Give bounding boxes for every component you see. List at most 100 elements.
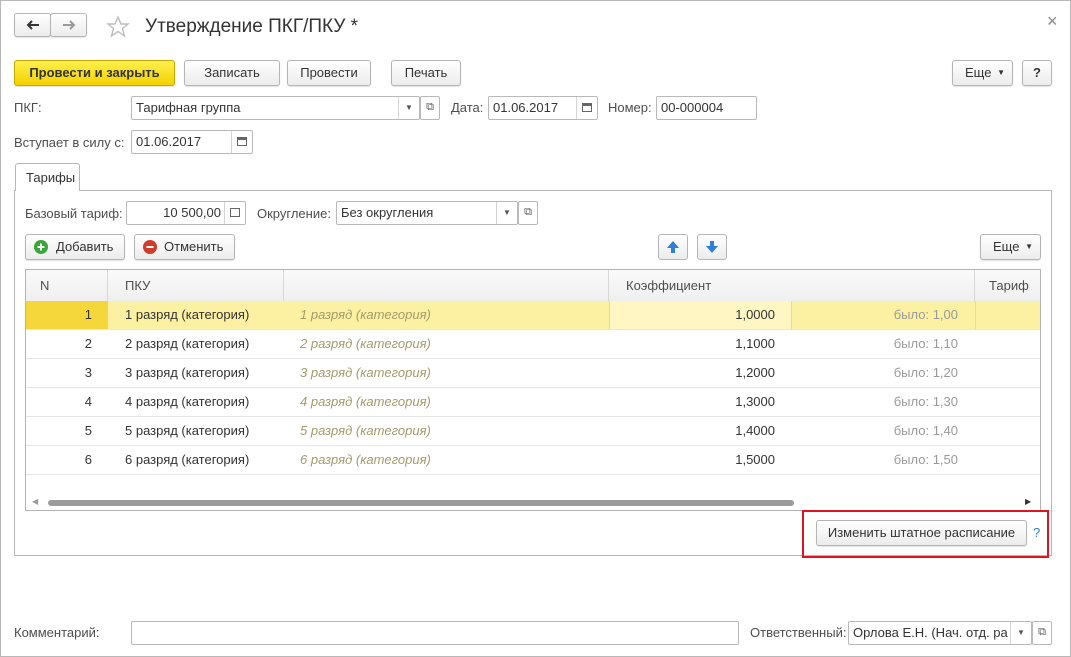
row-n: 1 [84, 307, 92, 322]
responsible-value: Орлова Е.Н. (Нач. отд. ра [853, 625, 1008, 640]
add-button[interactable]: Добавить [25, 234, 125, 260]
chevron-down-icon[interactable]: ▼ [1010, 622, 1031, 644]
date-field[interactable]: 01.06.2017 [488, 96, 598, 120]
table-more-button[interactable]: Еще ▼ [980, 234, 1041, 260]
comment-field[interactable] [131, 621, 739, 645]
effective-date-value: 01.06.2017 [136, 134, 202, 149]
row-pku[interactable]: 4 разряд (категория) [125, 388, 249, 416]
date-label: Дата: [451, 100, 484, 115]
scroll-left-icon[interactable]: ◀ [32, 497, 38, 506]
cancel-button[interactable]: Отменить [134, 234, 235, 260]
tariffs-table[interactable]: N ПКУ Коэффициент Тариф 1 1 разряд (кате… [25, 269, 1041, 511]
row-was: было: 1,40 [893, 423, 958, 438]
row-n: 2 [84, 336, 92, 351]
row-pku-hint: 3 разряд (категория) [300, 365, 431, 380]
rounding-value: Без округления [341, 205, 434, 220]
col-header-n[interactable]: N [26, 270, 108, 301]
chevron-down-icon: ▼ [997, 68, 1005, 77]
table-row[interactable]: 5 5 разряд (категория) 5 разряд (категор… [26, 417, 1040, 446]
open-icon[interactable]: ⧉ [518, 201, 538, 225]
effective-date-field[interactable]: 01.06.2017 [131, 130, 253, 154]
scrollbar-thumb[interactable] [48, 500, 794, 506]
row-pku-hint: 1 разряд (категория) [300, 307, 431, 322]
plus-icon [34, 240, 48, 254]
close-icon[interactable]: × [1047, 11, 1058, 31]
move-down-button[interactable] [697, 234, 727, 260]
forward-button[interactable] [50, 13, 87, 37]
post-and-close-button[interactable]: Провести и закрыть [14, 60, 175, 86]
move-up-button[interactable] [658, 234, 688, 260]
print-button[interactable]: Печать [391, 60, 461, 86]
row-was: было: 1,50 [893, 452, 958, 467]
table-row[interactable]: 6 6 разряд (категория) 6 разряд (категор… [26, 446, 1040, 475]
responsible-field[interactable]: Орлова Е.Н. (Нач. отд. ра ▼ [848, 621, 1032, 645]
back-button[interactable] [14, 13, 51, 37]
table-header: N ПКУ Коэффициент Тариф [26, 270, 1040, 302]
col-header-coef[interactable]: Коэффициент [609, 270, 975, 301]
comment-label: Комментарий: [14, 625, 100, 640]
document-window: Утверждение ПКГ/ПКУ * × Провести и закры… [0, 0, 1071, 657]
open-icon[interactable]: ⧉ [1032, 621, 1052, 645]
base-tariff-value: 10 500,00 [163, 205, 221, 220]
chevron-down-icon: ▼ [1025, 242, 1033, 251]
rounding-label: Округление: [257, 206, 331, 221]
calendar-icon[interactable] [231, 131, 252, 153]
row-pku[interactable]: 3 разряд (категория) [125, 359, 249, 387]
change-staff-schedule-button[interactable]: Изменить штатное расписание [816, 520, 1027, 546]
row-coef[interactable]: 1,0000 [609, 301, 775, 329]
responsible-label: Ответственный: [750, 625, 847, 640]
col-header-pku-hint[interactable] [284, 270, 609, 301]
row-coef[interactable]: 1,5000 [609, 446, 775, 474]
add-label: Добавить [56, 239, 114, 254]
row-coef[interactable]: 1,4000 [609, 417, 775, 445]
row-was: было: 1,00 [893, 307, 958, 322]
open-icon[interactable]: ⧉ [420, 96, 440, 120]
col-header-pku[interactable]: ПКУ [108, 270, 284, 301]
star-icon[interactable] [106, 15, 130, 39]
arrow-left-icon [26, 20, 39, 30]
save-button[interactable]: Записать [184, 60, 280, 86]
number-field[interactable]: 00-000004 [656, 96, 757, 120]
base-tariff-label: Базовый тариф: [25, 206, 123, 221]
scroll-right-icon[interactable]: ▶ [1025, 497, 1031, 506]
post-button[interactable]: Провести [287, 60, 371, 86]
help-link[interactable]: ? [1033, 525, 1040, 540]
row-coef[interactable]: 1,2000 [609, 359, 775, 387]
chevron-down-icon[interactable]: ▼ [398, 97, 419, 119]
chevron-down-icon[interactable]: ▼ [496, 202, 517, 224]
row-pku[interactable]: 5 разряд (категория) [125, 417, 249, 445]
tab-tariffs[interactable]: Тарифы [15, 163, 80, 191]
table-row[interactable]: 2 2 разряд (категория) 2 разряд (категор… [26, 330, 1040, 359]
more-button[interactable]: Еще ▼ [952, 60, 1013, 86]
pkg-value: Тарифная группа [136, 100, 241, 115]
col-header-tariff[interactable]: Тариф [975, 270, 1040, 301]
row-was: было: 1,10 [893, 336, 958, 351]
arrow-right-icon [62, 20, 75, 30]
pkg-field[interactable]: Тарифная группа ▼ [131, 96, 420, 120]
row-coef[interactable]: 1,1000 [609, 330, 775, 358]
pkg-label: ПКГ: [14, 100, 42, 115]
row-n: 3 [84, 365, 92, 380]
row-pku-hint: 6 разряд (категория) [300, 452, 431, 467]
row-pku[interactable]: 2 разряд (категория) [125, 330, 249, 358]
more-label: Еще [965, 65, 992, 80]
help-button[interactable]: ? [1022, 60, 1052, 86]
row-was: было: 1,30 [893, 394, 958, 409]
horizontal-scrollbar[interactable]: ◀ ▶ [26, 494, 1040, 510]
date-value: 01.06.2017 [493, 100, 559, 115]
table-row[interactable]: 1 1 разряд (категория) 1 разряд (категор… [26, 301, 1040, 330]
calendar-icon[interactable] [576, 97, 597, 119]
base-tariff-field[interactable]: 10 500,00 [126, 201, 246, 225]
table-more-label: Еще [993, 239, 1020, 254]
minus-icon [143, 240, 157, 254]
rounding-field[interactable]: Без округления ▼ [336, 201, 518, 225]
calculator-icon[interactable] [224, 202, 245, 224]
row-n: 6 [84, 452, 92, 467]
number-value: 00-000004 [661, 100, 724, 115]
cancel-label: Отменить [164, 239, 224, 254]
table-row[interactable]: 3 3 разряд (категория) 3 разряд (категор… [26, 359, 1040, 388]
row-pku[interactable]: 1 разряд (категория) [125, 301, 249, 329]
row-coef[interactable]: 1,3000 [609, 388, 775, 416]
table-row[interactable]: 4 4 разряд (категория) 4 разряд (категор… [26, 388, 1040, 417]
row-pku[interactable]: 6 разряд (категория) [125, 446, 249, 474]
